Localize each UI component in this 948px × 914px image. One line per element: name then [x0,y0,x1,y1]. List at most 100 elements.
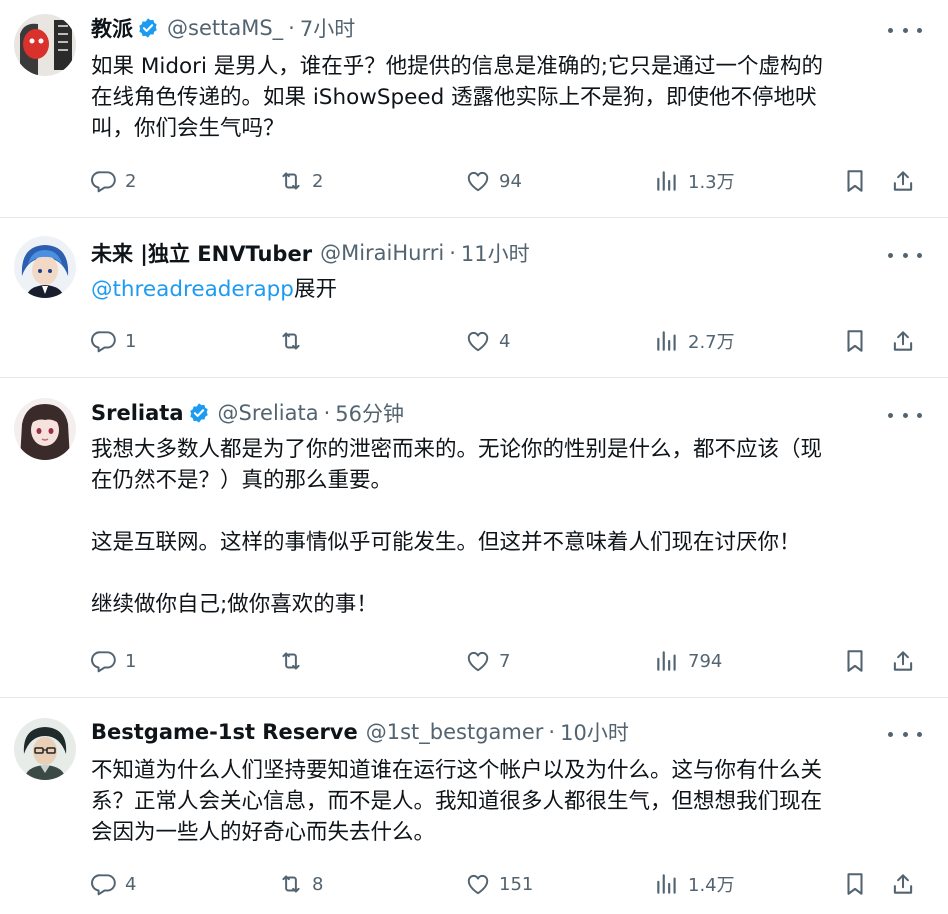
like-icon [467,171,489,192]
bookmark-button[interactable] [842,166,868,196]
reply-icon [91,171,116,193]
share-button[interactable] [890,166,916,196]
tweet-header: Bestgame-1st Reserve @1st_bestgamer · 10… [91,717,629,747]
tweet[interactable]: Bestgame-1st Reserve @1st_bestgamer · 10… [0,698,948,914]
more-icon[interactable] [888,405,922,425]
reply-button[interactable]: 2 [91,166,136,196]
display-name[interactable]: 未来 |独立 ENVTuber [91,238,312,268]
display-name[interactable]: Sreliata [91,401,184,425]
tweet[interactable]: Sreliata @Sreliata · 56分钟 我想大多数人都是为了你的泄密… [0,378,948,698]
display-name[interactable]: Bestgame-1st Reserve [91,720,358,744]
action-bar: 1 7 794 [0,646,948,676]
tweet[interactable]: 教派 @settaMS_ · 7小时 如果 Midori 是男人，谁在乎？他提供… [0,0,948,218]
tweet-header: 未来 |独立 ENVTuber @MiraiHurri · 11小时 [91,238,530,268]
retweet-button[interactable]: 8 [278,869,323,899]
handle[interactable]: @settaMS_ [167,16,283,40]
retweet-button[interactable]: 2 [278,166,323,196]
mention-link[interactable]: @threadreaderapp [91,277,294,302]
like-count: 7 [499,650,511,672]
display-name[interactable]: 教派 [91,13,133,43]
handle[interactable]: @Sreliata [218,401,319,425]
views-button[interactable]: 2.7万 [654,326,735,356]
verified-badge-icon [189,403,208,423]
reply-icon [91,874,116,896]
avatar[interactable] [14,398,76,460]
views-button[interactable]: 794 [654,646,722,676]
separator-dot: · [323,401,331,425]
timestamp[interactable]: 56分钟 [335,398,404,428]
text-line: 如果 Midori 是男人，谁在乎？他提供的信息是准确的;它只是通过一个虚构的 [91,54,824,79]
tweet-text: 如果 Midori 是男人，谁在乎？他提供的信息是准确的;它只是通过一个虚构的 … [91,51,921,144]
text-line: 在仍然不是？）真的那么重要。 [91,468,393,493]
views-button[interactable]: 1.4万 [654,869,735,899]
text-line: 不知道为什么人们坚持要知道谁在运行这个帐户以及为什么。这与你有什么关 [91,758,823,783]
expand-link[interactable]: 展开 [294,277,337,302]
text-line: 系？正常人会关心信息，而不是人。我知道很多人都很生气，但想想我们现在 [91,789,823,814]
text-line: 在线角色传递的。如果 iShowSpeed 透露他实际上不是狗，即使他不停地吠 [91,85,817,110]
more-icon[interactable] [888,20,922,40]
like-button[interactable]: 7 [465,646,510,676]
action-bar: 1 4 2.7万 [0,326,948,356]
retweet-count: 8 [312,873,324,895]
bookmark-button[interactable] [842,646,868,676]
avatar[interactable] [14,236,76,298]
reply-feed: 教派 @settaMS_ · 7小时 如果 Midori 是男人，谁在乎？他提供… [0,0,948,914]
bookmark-icon [847,170,863,192]
timestamp[interactable]: 7小时 [300,13,355,43]
timestamp[interactable]: 11小时 [461,238,530,268]
bookmark-icon [847,330,863,352]
like-button[interactable]: 4 [465,326,510,356]
tweet-header: 教派 @settaMS_ · 7小时 [91,13,355,43]
share-icon [893,171,913,191]
action-bar: 4 8 151 1.4万 [0,869,948,899]
share-icon [893,874,913,894]
handle[interactable]: @MiraiHurri [320,241,444,265]
views-icon [657,874,676,894]
like-icon [467,874,489,895]
text-line: 叫，你们会生气吗？ [91,116,285,141]
timestamp[interactable]: 10小时 [560,717,629,747]
share-button[interactable] [890,326,916,356]
views-icon [657,331,676,351]
text-line: 继续做你自己;做你喜欢的事！ [91,592,378,617]
like-count: 4 [499,330,511,352]
text-line: 会因为一些人的好奇心而失去什么。 [91,820,436,845]
reply-button[interactable]: 4 [91,869,136,899]
retweet-count: 2 [312,170,324,192]
reply-button[interactable]: 1 [91,326,136,356]
share-button[interactable] [890,869,916,899]
view-count: 2.7万 [688,332,735,353]
bookmark-button[interactable] [842,869,868,899]
tweet[interactable]: 未来 |独立 ENVTuber @MiraiHurri · 11小时 @thre… [0,218,948,378]
tweet-text: @threadreaderapp展开 [91,274,921,305]
like-count: 151 [499,873,534,895]
share-button[interactable] [890,646,916,676]
retweet-icon [282,652,300,670]
reply-count: 1 [125,650,137,672]
more-icon[interactable] [888,724,922,744]
like-icon [467,331,489,352]
view-count: 1.4万 [688,875,735,896]
reply-count: 4 [125,873,137,895]
separator-dot: · [548,720,556,744]
views-button[interactable]: 1.3万 [654,166,735,196]
retweet-icon [282,875,300,893]
bookmark-icon [847,650,863,672]
reply-button[interactable]: 1 [91,646,136,676]
retweet-button[interactable] [278,646,312,676]
reply-count: 2 [125,170,137,192]
more-icon[interactable] [888,245,922,265]
like-button[interactable]: 151 [465,869,533,899]
bookmark-button[interactable] [842,326,868,356]
tweet-text: 不知道为什么人们坚持要知道谁在运行这个帐户以及为什么。这与你有什么关 系？正常人… [91,755,921,848]
like-button[interactable]: 94 [465,166,522,196]
action-bar: 2 2 94 1.3万 [0,166,948,196]
retweet-button[interactable] [278,326,312,356]
handle[interactable]: @1st_bestgamer [366,720,544,744]
separator-dot: · [288,16,295,40]
avatar[interactable] [14,14,76,76]
avatar[interactable] [14,718,76,780]
text-line: 这是互联网。这样的事情似乎可能发生。但这并不意味着人们现在讨厌你！ [91,530,801,555]
